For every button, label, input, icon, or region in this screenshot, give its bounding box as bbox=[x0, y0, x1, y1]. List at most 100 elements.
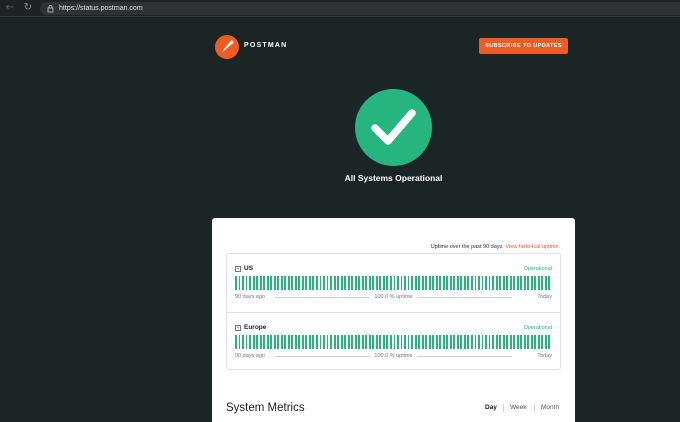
uptime-day-bar[interactable] bbox=[446, 276, 449, 290]
uptime-day-bar[interactable] bbox=[284, 276, 287, 290]
uptime-day-bar[interactable] bbox=[474, 335, 477, 349]
uptime-day-bar[interactable] bbox=[386, 276, 389, 290]
uptime-day-bar[interactable] bbox=[523, 276, 526, 290]
uptime-day-bar[interactable] bbox=[407, 276, 410, 290]
uptime-day-bar[interactable] bbox=[432, 276, 435, 290]
uptime-day-bar[interactable] bbox=[273, 276, 276, 290]
uptime-day-bar[interactable] bbox=[418, 276, 421, 290]
uptime-day-bar[interactable] bbox=[478, 335, 480, 349]
uptime-day-bar[interactable] bbox=[326, 276, 329, 290]
uptime-day-bar[interactable] bbox=[347, 276, 350, 290]
uptime-day-bar[interactable] bbox=[397, 276, 399, 290]
uptime-day-bar[interactable] bbox=[467, 276, 470, 290]
uptime-day-bar[interactable] bbox=[316, 335, 318, 349]
uptime-day-bar[interactable] bbox=[509, 276, 512, 290]
uptime-day-bar[interactable] bbox=[333, 335, 336, 349]
uptime-day-bar[interactable] bbox=[312, 276, 315, 290]
uptime-day-bar[interactable] bbox=[530, 335, 533, 349]
uptime-day-bar[interactable] bbox=[449, 276, 452, 290]
uptime-day-bar[interactable] bbox=[379, 276, 382, 290]
uptime-day-bar[interactable] bbox=[495, 276, 498, 290]
uptime-day-bar[interactable] bbox=[252, 276, 255, 290]
uptime-day-bar[interactable] bbox=[337, 335, 340, 349]
uptime-day-bar[interactable] bbox=[506, 335, 509, 349]
uptime-day-bar[interactable] bbox=[418, 335, 421, 349]
uptime-day-bar[interactable] bbox=[291, 276, 294, 290]
uptime-day-bar[interactable] bbox=[474, 276, 477, 290]
uptime-day-bar[interactable] bbox=[263, 335, 266, 349]
uptime-day-bar[interactable] bbox=[502, 276, 505, 290]
uptime-day-bar[interactable] bbox=[481, 276, 484, 290]
uptime-day-bar[interactable] bbox=[463, 276, 466, 290]
tab-week[interactable]: Week bbox=[510, 403, 527, 413]
uptime-day-bar[interactable] bbox=[266, 335, 269, 349]
uptime-day-bar[interactable] bbox=[238, 276, 241, 290]
uptime-day-bar[interactable] bbox=[305, 335, 308, 349]
uptime-day-bar[interactable] bbox=[252, 335, 255, 349]
uptime-day-bar[interactable] bbox=[235, 276, 237, 290]
uptime-day-bar[interactable] bbox=[235, 335, 237, 349]
uptime-day-bar[interactable] bbox=[316, 276, 318, 290]
uptime-day-bar[interactable] bbox=[305, 276, 308, 290]
uptime-day-bar[interactable] bbox=[298, 276, 301, 290]
uptime-day-bar[interactable] bbox=[368, 335, 371, 349]
uptime-day-bar[interactable] bbox=[470, 335, 473, 349]
uptime-day-bar[interactable] bbox=[499, 276, 502, 290]
uptime-day-bar[interactable] bbox=[330, 276, 332, 290]
uptime-day-bar[interactable] bbox=[368, 276, 371, 290]
uptime-day-bar[interactable] bbox=[273, 335, 276, 349]
uptime-day-bar[interactable] bbox=[509, 335, 512, 349]
uptime-day-bar[interactable] bbox=[375, 276, 378, 290]
uptime-day-bar[interactable] bbox=[375, 335, 378, 349]
uptime-day-bar[interactable] bbox=[421, 276, 424, 290]
uptime-day-bar[interactable] bbox=[470, 276, 473, 290]
uptime-day-bar[interactable] bbox=[460, 276, 463, 290]
uptime-day-bar[interactable] bbox=[245, 335, 248, 349]
uptime-day-bar[interactable] bbox=[442, 276, 445, 290]
uptime-day-bar[interactable] bbox=[242, 276, 244, 290]
uptime-day-bar[interactable] bbox=[351, 335, 354, 349]
uptime-day-bar[interactable] bbox=[319, 335, 322, 349]
uptime-day-bar[interactable] bbox=[393, 276, 396, 290]
uptime-day-bar[interactable] bbox=[537, 276, 540, 290]
site-info-icon[interactable] bbox=[46, 4, 55, 13]
uptime-day-bar[interactable] bbox=[446, 335, 449, 349]
uptime-day-bar[interactable] bbox=[344, 335, 347, 349]
uptime-day-bar[interactable] bbox=[291, 335, 294, 349]
uptime-day-bar[interactable] bbox=[485, 276, 487, 290]
uptime-day-bar[interactable] bbox=[280, 335, 283, 349]
uptime-day-bar[interactable] bbox=[414, 276, 417, 290]
uptime-day-bar[interactable] bbox=[266, 276, 269, 290]
uptime-day-bar[interactable] bbox=[541, 335, 544, 349]
uptime-day-bar[interactable] bbox=[287, 335, 290, 349]
uptime-day-bar[interactable] bbox=[280, 276, 283, 290]
uptime-day-bar[interactable] bbox=[389, 335, 392, 349]
uptime-day-bar[interactable] bbox=[337, 276, 340, 290]
uptime-day-bar[interactable] bbox=[537, 335, 540, 349]
uptime-day-bar[interactable] bbox=[358, 335, 361, 349]
uptime-day-bar[interactable] bbox=[544, 276, 547, 290]
expand-icon[interactable]: + bbox=[235, 266, 241, 272]
brand-name[interactable]: POSTMAN bbox=[244, 41, 287, 51]
uptime-day-bar[interactable] bbox=[259, 335, 262, 349]
uptime-day-bar[interactable] bbox=[411, 276, 413, 290]
uptime-day-bar[interactable] bbox=[372, 276, 375, 290]
uptime-day-bar[interactable] bbox=[263, 276, 266, 290]
uptime-day-bar[interactable] bbox=[386, 335, 389, 349]
uptime-day-bar[interactable] bbox=[400, 335, 403, 349]
uptime-day-bar[interactable] bbox=[259, 276, 262, 290]
uptime-day-bar[interactable] bbox=[308, 276, 311, 290]
uptime-day-bar[interactable] bbox=[407, 335, 410, 349]
uptime-day-bar[interactable] bbox=[393, 335, 396, 349]
uptime-day-bar[interactable] bbox=[298, 335, 301, 349]
uptime-day-bar[interactable] bbox=[456, 335, 459, 349]
uptime-day-bar[interactable] bbox=[435, 276, 438, 290]
uptime-day-bar[interactable] bbox=[340, 335, 343, 349]
uptime-day-bar[interactable] bbox=[513, 335, 516, 349]
uptime-day-bar[interactable] bbox=[404, 335, 406, 349]
address-bar[interactable]: https://status.postman.com bbox=[40, 2, 680, 15]
uptime-day-bar[interactable] bbox=[449, 335, 452, 349]
uptime-day-bar[interactable] bbox=[467, 335, 470, 349]
uptime-day-bar[interactable] bbox=[523, 335, 526, 349]
uptime-day-bar[interactable] bbox=[351, 276, 354, 290]
